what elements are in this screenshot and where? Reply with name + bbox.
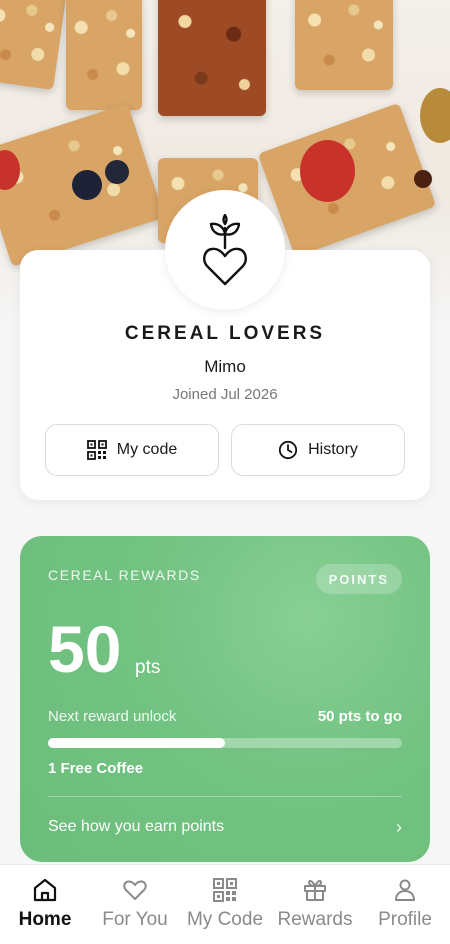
user-icon: [395, 879, 415, 901]
my-code-label: My code: [116, 441, 178, 458]
nav-label-for-you: For You: [102, 909, 168, 930]
points-to-go: 50 pts to go: [317, 708, 402, 725]
home-icon: [33, 878, 57, 902]
my-code-button[interactable]: My code: [45, 424, 219, 476]
bottom-nav: Home For You My Code Rewards Profile: [0, 864, 450, 944]
brand-name: CEREAL LOVERS: [124, 323, 326, 344]
rewards-card: CEREAL REWARDS POINTS 50 pts Next reward…: [20, 536, 430, 862]
member-name: Mimo: [204, 357, 246, 376]
points-value: 50: [48, 612, 122, 686]
nav-item-my-code[interactable]: My Code: [180, 865, 270, 944]
history-button[interactable]: History: [231, 424, 405, 476]
brand-logo: [165, 190, 285, 310]
rewards-title: CEREAL REWARDS: [48, 567, 201, 583]
nav-item-profile[interactable]: Profile: [360, 865, 450, 944]
nav-item-home[interactable]: Home: [0, 865, 90, 944]
nav-label-my-code: My Code: [186, 909, 264, 930]
qr-code-icon: [213, 878, 237, 902]
history-label: History: [308, 441, 358, 458]
points-badge: POINTS: [315, 564, 402, 594]
nav-label-profile: Profile: [378, 909, 432, 930]
nav-item-rewards[interactable]: Rewards: [270, 865, 360, 944]
heart-sprout-icon: [203, 214, 247, 286]
nav-label-home: Home: [18, 909, 72, 930]
gift-icon: [304, 879, 326, 901]
next-reward-name: 1 Free Coffee: [48, 760, 144, 777]
reward-progress-fill: [48, 738, 225, 748]
earn-points-label: See how you earn points: [48, 818, 225, 835]
points-unit: pts: [135, 657, 161, 678]
nav-label-rewards: Rewards: [277, 909, 353, 930]
joined-date: Joined Jul 2026: [172, 386, 278, 403]
chevron-right-icon: ›: [396, 816, 402, 837]
next-reward-label: Next reward unlock: [48, 708, 177, 725]
nav-item-for-you[interactable]: For You: [90, 865, 180, 944]
reward-progress-bar: [48, 738, 402, 748]
clock-icon: [279, 440, 298, 460]
earn-points-link[interactable]: See how you earn points ›: [48, 816, 402, 838]
heart-icon: [123, 880, 147, 900]
qr-code-icon: [86, 440, 107, 460]
rewards-divider: [48, 796, 402, 797]
